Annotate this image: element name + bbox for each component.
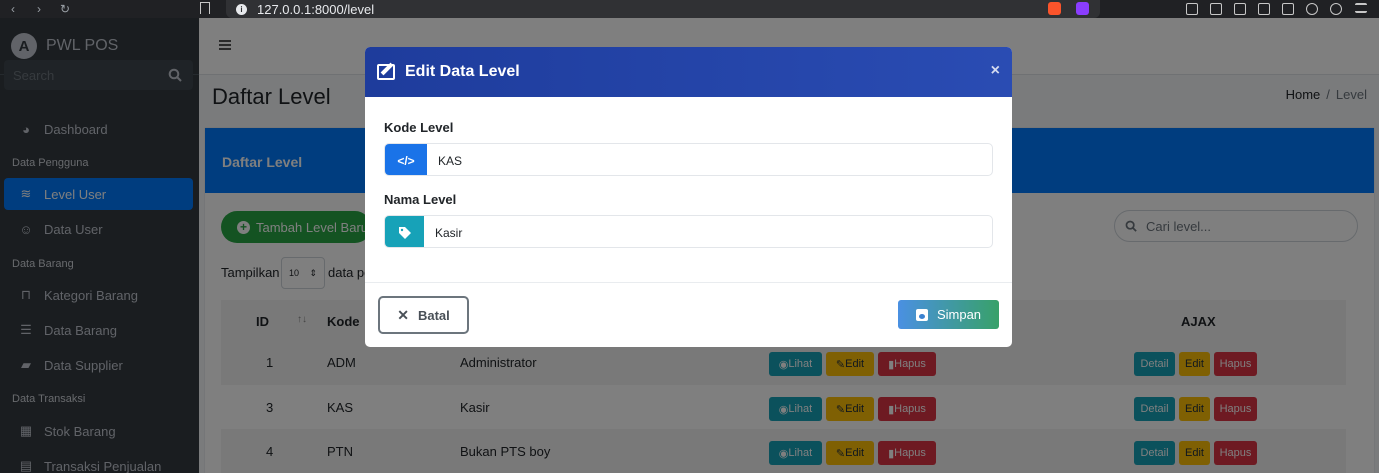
site-info-icon[interactable]: i [236, 3, 247, 15]
brave-shield-icon[interactable] [1048, 2, 1061, 15]
tag-icon [385, 216, 424, 247]
save-disk-icon [915, 308, 928, 321]
modal-header: Edit Data Level [365, 47, 1012, 97]
media-icon[interactable] [1210, 3, 1222, 15]
cancel-label: Batal [417, 307, 450, 323]
sidebar-toggle-icon[interactable] [1234, 3, 1246, 15]
modal-title: Edit Data Level [405, 63, 520, 80]
kode-level-field[interactable]: </> KAS [384, 143, 993, 176]
save-label: Simpan [936, 307, 982, 322]
edit-level-modal: Edit Data Level × Kode Level </> KAS Nam… [365, 47, 1012, 347]
close-icon[interactable]: × [991, 62, 1000, 80]
save-button[interactable]: Simpan [898, 300, 999, 329]
url-text: 127.0.0.1:8000/level [257, 1, 375, 17]
wallet-icon[interactable] [1258, 3, 1270, 15]
kode-level-value: KAS [438, 154, 463, 168]
kode-level-label: Kode Level [384, 120, 454, 135]
extensions-icon[interactable] [1186, 3, 1198, 15]
menu-icon[interactable] [1355, 3, 1367, 13]
vpn-icon[interactable] [1306, 3, 1318, 15]
nama-level-label: Nama Level [384, 192, 457, 207]
bookmark-page-icon[interactable] [200, 2, 210, 14]
modal-footer-divider [365, 282, 1012, 283]
close-x-icon: ✕ [397, 306, 409, 323]
leo-ai-icon[interactable] [1282, 3, 1294, 15]
rewards-icon[interactable] [1076, 2, 1089, 15]
nama-level-value: Kasir [435, 226, 463, 240]
forward-icon[interactable]: › [26, 2, 52, 16]
edit-icon [377, 64, 395, 80]
address-bar[interactable]: i 127.0.0.1:8000/level [226, 0, 1100, 18]
reload-icon[interactable]: ↻ [52, 2, 78, 16]
nama-level-field[interactable]: Kasir [384, 215, 993, 248]
cancel-button[interactable]: ✕ Batal [378, 296, 469, 334]
profile-icon[interactable] [1330, 3, 1342, 15]
back-icon[interactable]: ‹ [0, 2, 26, 16]
code-icon: </> [385, 144, 427, 175]
